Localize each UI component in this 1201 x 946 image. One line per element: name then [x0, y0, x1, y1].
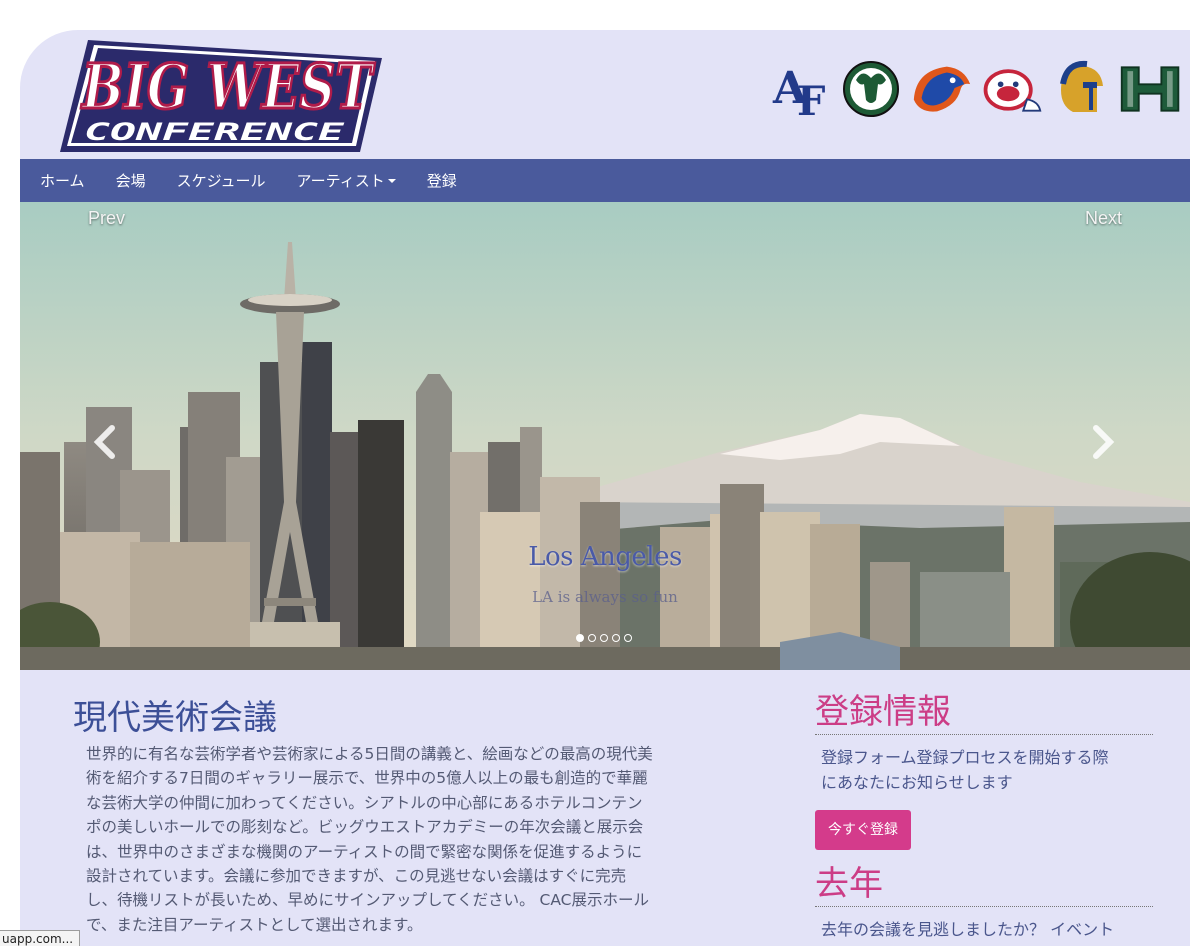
nav-artists-label: アーティスト — [296, 172, 385, 190]
intro-line: し、待機リストが長いため、早めにサインアップしてください。 CAC展示ホール — [86, 891, 649, 910]
carousel-prev-text[interactable]: Prev — [88, 208, 125, 229]
svg-text:CONFERENCE: CONFERENCE — [84, 118, 345, 146]
registration-heading: 登録情報 — [815, 690, 1153, 735]
carousel-indicator[interactable] — [576, 634, 584, 642]
carousel-indicator[interactable] — [600, 634, 608, 642]
last-year-panel: 去年 去年の会議を見逃しましたか？ イベント — [815, 862, 1153, 942]
last-year-heading: 去年 — [815, 862, 1153, 907]
caret-down-icon — [387, 178, 396, 183]
hawaii-logo[interactable] — [1118, 57, 1184, 121]
registration-panel: 登録情報 登録フォーム登録プロセスを開始する際 にあなたにお知らせします 今すぐ… — [815, 690, 1153, 850]
registration-text: 登録フォーム登録プロセスを開始する際 にあなたにお知らせします — [821, 745, 1153, 795]
chevron-right-icon[interactable] — [1088, 424, 1118, 460]
intro-line: 術を紹介する7日間のギャラリー展示で、世界中の5億人以上の最も創造的で華麗 — [86, 769, 648, 788]
big-west-conference-logo[interactable]: BIG WEST CONFERENCE — [60, 40, 382, 154]
nav-schedule[interactable]: スケジュール — [177, 170, 266, 191]
carousel-indicators — [576, 634, 632, 642]
carousel-next-text[interactable]: Next — [1085, 208, 1122, 229]
main-navbar: ホーム 会場 スケジュール アーティスト 登録 — [20, 159, 1190, 202]
san-jose-state-spartan-logo[interactable] — [1048, 57, 1114, 121]
carousel-caption-subtitle: LA is always so fun — [532, 588, 678, 606]
nav-home[interactable]: ホーム — [40, 170, 85, 191]
register-now-button[interactable]: 今すぐ登録 — [815, 810, 911, 850]
nav-artists-dropdown[interactable]: アーティスト — [297, 170, 396, 191]
carousel-indicator[interactable] — [624, 634, 632, 642]
page-container: BIG WEST CONFERENCE A F ホーム 会場 スケジュール アー… — [20, 30, 1190, 946]
status-bar-url: uapp.com... — [0, 930, 81, 946]
registration-text-line: にあなたにお知らせします — [821, 773, 1013, 792]
registration-text-line: 登録フォーム登録プロセスを開始する際 — [821, 748, 1109, 767]
svg-text:F: F — [797, 78, 825, 119]
intro-line: 設計されています。会議に参加できますが、この見逃せない会議はすぐに完売 — [86, 867, 627, 886]
colorado-state-ram-logo[interactable] — [838, 57, 904, 121]
nav-register[interactable]: 登録 — [427, 170, 457, 191]
intro-line: 世界的に有名な芸術学者や芸術家による5日間の講義と、絵画などの最高の現代美 — [86, 745, 653, 763]
last-year-text: 去年の会議を見逃しましたか？ イベント — [821, 920, 1115, 939]
intro-line: で、また注目アーティストとして選出されます。 — [86, 915, 423, 934]
member-team-logos: A F — [768, 56, 1184, 122]
chevron-left-icon[interactable] — [90, 424, 120, 460]
intro-line: は、世界中のさまざまな機関のアーティストの間で緊密な関係を促進するように — [86, 842, 643, 861]
nav-venue[interactable]: 会場 — [116, 170, 146, 191]
boise-state-bronco-logo[interactable] — [908, 57, 974, 121]
air-force-logo[interactable]: A F — [768, 57, 834, 121]
hero-carousel[interactable]: Prev Next Los Angeles LA is always so fu… — [20, 202, 1190, 670]
carousel-indicator[interactable] — [588, 634, 596, 642]
intro-line: な芸術大学の仲間に加わってください。シアトルの中心部にあるホテルコンテン — [86, 793, 643, 812]
svg-text:BIG WEST: BIG WEST — [80, 50, 375, 123]
page-title: 現代美術会議 — [73, 698, 277, 738]
intro-paragraph: 世界的に有名な芸術学者や芸術家による5日間の講義と、絵画などの最高の現代美 術を… — [86, 742, 736, 937]
carousel-indicator[interactable] — [612, 634, 620, 642]
intro-line: ポの美しいホールでの彫刻など。ビッグウエストアカデミーの年次会議と展示会 — [86, 818, 644, 837]
carousel-caption-title: Los Angeles — [528, 542, 682, 572]
fresno-state-bulldog-logo[interactable] — [978, 57, 1044, 121]
